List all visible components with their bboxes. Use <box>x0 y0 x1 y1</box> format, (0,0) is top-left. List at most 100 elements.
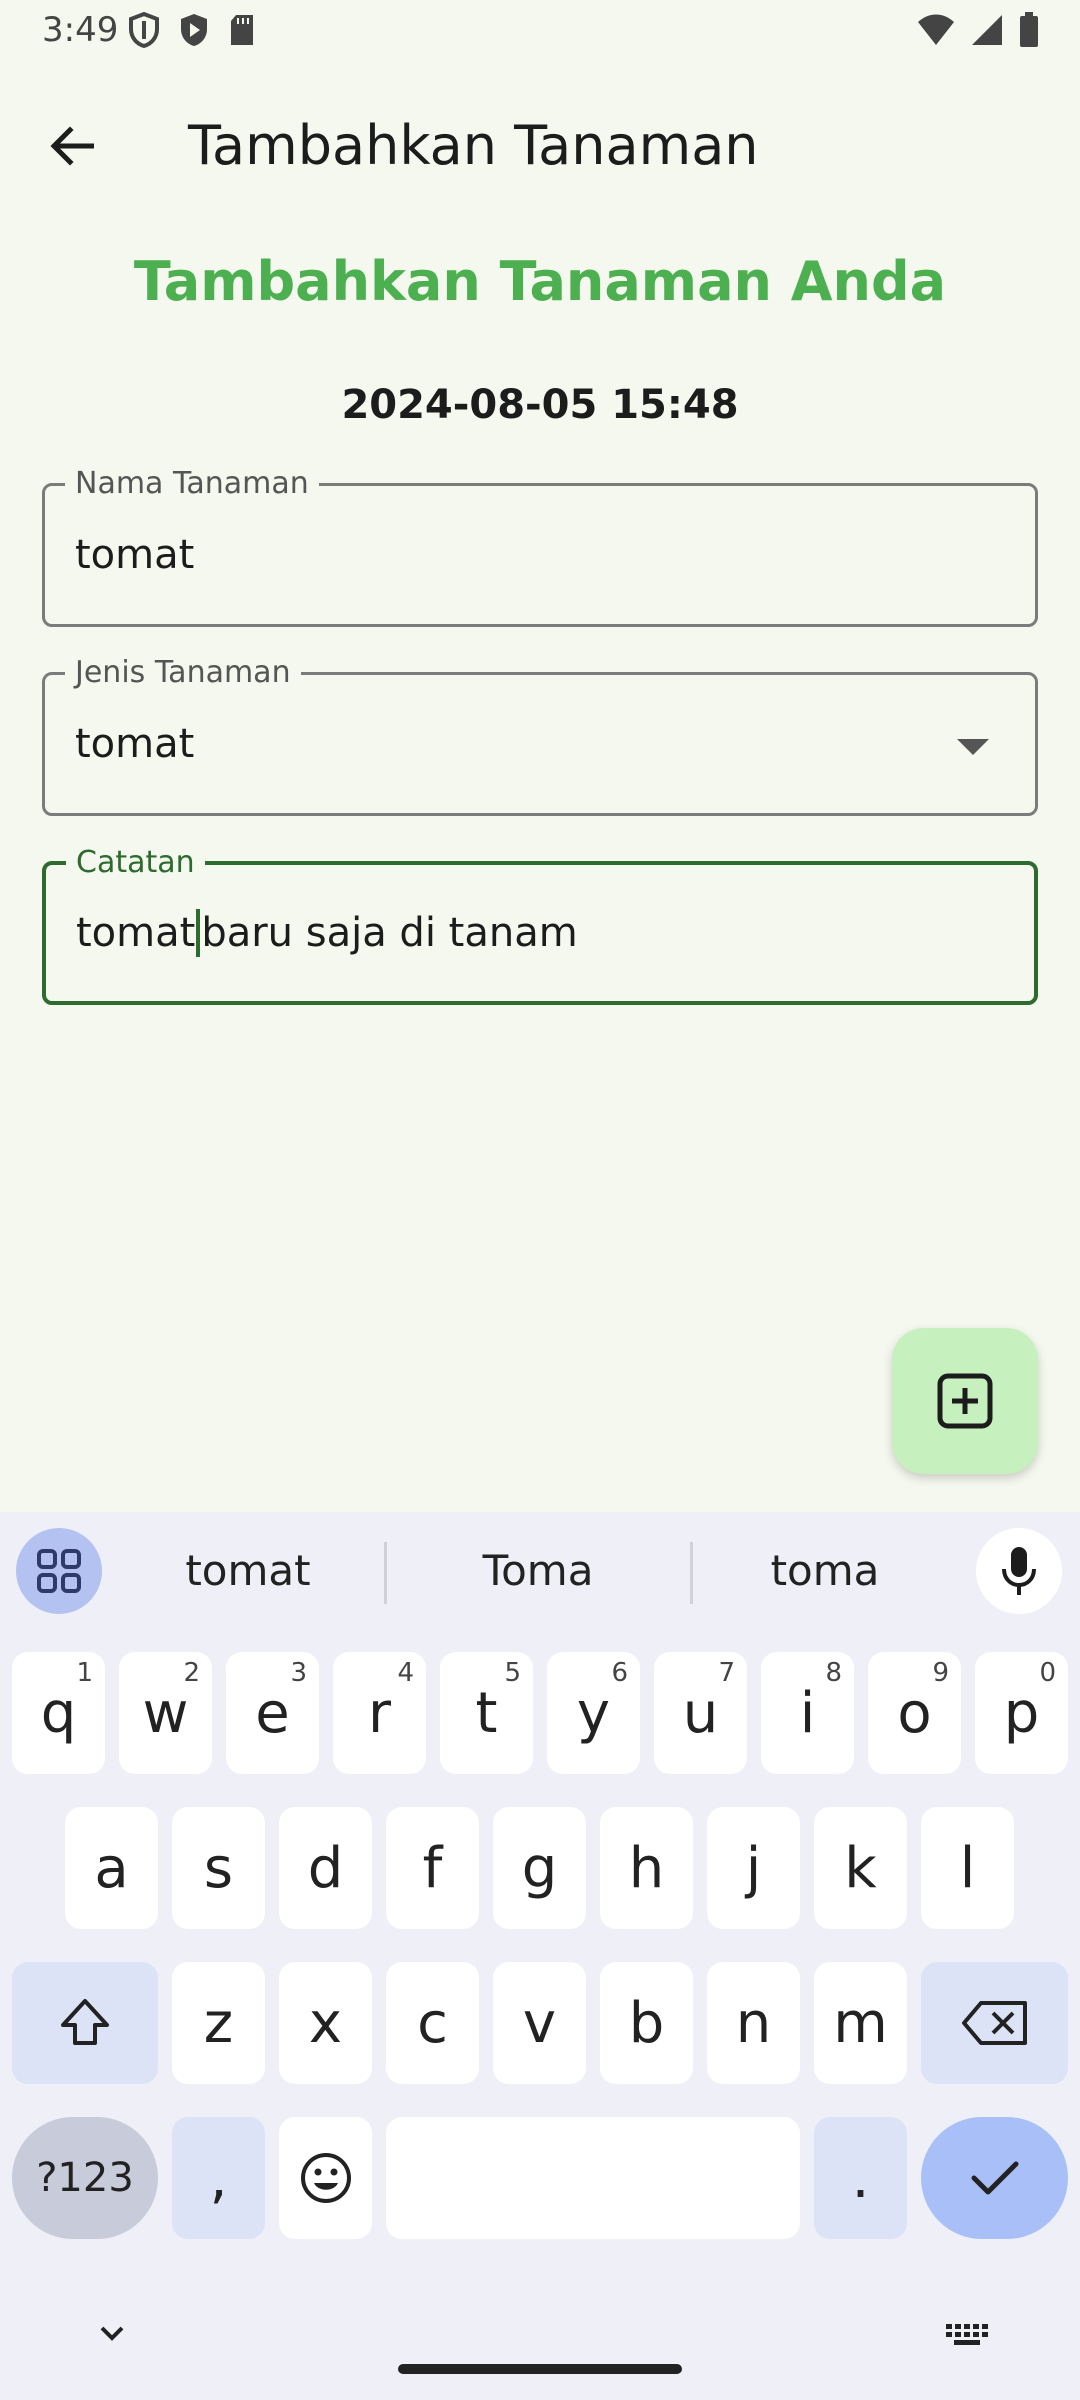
key-hint: 3 <box>290 1658 307 1688</box>
key-label: t <box>475 1680 498 1746</box>
key-g[interactable]: g <box>493 1807 586 1929</box>
key-f[interactable]: f <box>386 1807 479 1929</box>
key-l[interactable]: l <box>921 1807 1014 1929</box>
symbols-key[interactable]: ?123 <box>12 2117 158 2239</box>
key-hint: 2 <box>183 1658 200 1688</box>
key-h[interactable]: h <box>600 1807 693 1929</box>
keyboard-apps-button[interactable] <box>16 1528 102 1614</box>
backspace-icon <box>961 2001 1027 2045</box>
key-x[interactable]: x <box>279 1962 372 2084</box>
key-hint: 5 <box>504 1658 521 1688</box>
wifi-icon <box>918 14 954 45</box>
key-e[interactable]: e3 <box>226 1652 319 1774</box>
key-label: i <box>799 1680 816 1746</box>
comma-key[interactable]: , <box>172 2117 265 2239</box>
sd-card-icon <box>231 15 253 45</box>
suggestion-2[interactable]: Toma <box>400 1534 676 1608</box>
notes-field[interactable]: Catatan tomat baru saja di tanam <box>42 845 1038 1005</box>
key-n[interactable]: n <box>707 1962 800 2084</box>
hide-keyboard-button[interactable] <box>88 2318 136 2352</box>
voice-input-button[interactable] <box>976 1528 1062 1614</box>
key-u[interactable]: u7 <box>654 1652 747 1774</box>
battery-icon <box>1020 12 1038 47</box>
plant-type-value: tomat <box>75 721 195 767</box>
dropdown-arrow-icon <box>957 739 989 755</box>
status-bar: 3:49 <box>0 0 1080 64</box>
app-bar: Tambahkan Tanaman <box>0 64 1080 208</box>
keyboard-icon <box>946 2324 988 2345</box>
key-r[interactable]: r4 <box>333 1652 426 1774</box>
shift-icon <box>61 1999 109 2045</box>
key-hint: 0 <box>1039 1658 1056 1688</box>
add-box-icon <box>937 1373 993 1429</box>
key-label: u <box>682 1680 719 1746</box>
key-t[interactable]: t5 <box>440 1652 533 1774</box>
soft-keyboard: tomat Toma toma <box>0 1512 1080 2400</box>
chevron-down-icon <box>100 2326 124 2341</box>
key-label: q <box>40 1680 77 1746</box>
key-label: e <box>255 1680 290 1746</box>
key-j[interactable]: j <box>707 1807 800 1929</box>
key-label: y <box>576 1680 611 1746</box>
plant-type-dropdown[interactable]: Jenis Tanaman tomat <box>42 655 1038 816</box>
back-arrow-icon <box>50 126 94 166</box>
key-hint: 7 <box>718 1658 735 1688</box>
key-label: r <box>367 1680 392 1746</box>
key-hint: 1 <box>76 1658 93 1688</box>
notes-text-before-cursor: tomat <box>76 910 196 956</box>
play-protect-icon <box>181 14 207 46</box>
key-z[interactable]: z <box>172 1962 265 2084</box>
back-button[interactable] <box>30 104 114 188</box>
text-cursor <box>196 909 201 957</box>
emoji-icon <box>300 2153 351 2203</box>
key-a[interactable]: a <box>65 1807 158 1929</box>
emoji-key[interactable] <box>279 2117 372 2239</box>
apps-grid-icon <box>37 1549 81 1593</box>
notes-text-after-cursor: baru saja di tanam <box>201 910 578 956</box>
key-label: w <box>142 1680 189 1746</box>
period-key[interactable]: . <box>814 2117 907 2239</box>
key-p[interactable]: p0 <box>975 1652 1068 1774</box>
suggestion-divider <box>690 1542 693 1604</box>
plant-name-field[interactable]: Nama Tanaman tomat <box>42 466 1038 627</box>
backspace-key[interactable] <box>921 1962 1068 2084</box>
shift-key[interactable] <box>12 1962 158 2084</box>
home-indicator[interactable] <box>398 2364 682 2374</box>
add-plant-fab[interactable] <box>892 1328 1038 1474</box>
page-title: Tambahkan Tanaman <box>188 114 759 177</box>
plant-name-value: tomat <box>75 532 195 578</box>
suggestion-divider <box>384 1542 387 1604</box>
space-key[interactable] <box>386 2117 800 2239</box>
suggestion-1[interactable]: tomat <box>120 1534 376 1608</box>
key-m[interactable]: m <box>814 1962 907 2084</box>
switch-keyboard-button[interactable] <box>944 2322 992 2352</box>
key-s[interactable]: s <box>172 1807 265 1929</box>
mic-icon <box>1002 1547 1036 1595</box>
check-icon <box>971 2161 1018 2195</box>
key-w[interactable]: w2 <box>119 1652 212 1774</box>
key-q[interactable]: q1 <box>12 1652 105 1774</box>
form-heading: Tambahkan Tanaman Anda <box>133 250 947 313</box>
suggestion-3[interactable]: toma <box>700 1534 950 1608</box>
key-y[interactable]: y6 <box>547 1652 640 1774</box>
key-o[interactable]: o9 <box>868 1652 961 1774</box>
notes-value: tomat baru saja di tanam <box>76 865 578 1001</box>
key-hint: 4 <box>397 1658 414 1688</box>
key-label: o <box>897 1680 932 1746</box>
signal-icon <box>972 15 1002 45</box>
enter-key[interactable] <box>921 2117 1068 2239</box>
key-label: p <box>1003 1680 1040 1746</box>
key-hint: 6 <box>611 1658 628 1688</box>
key-c[interactable]: c <box>386 1962 479 2084</box>
suggestion-strip: tomat Toma toma <box>0 1512 1080 1630</box>
key-hint: 8 <box>825 1658 842 1688</box>
datetime-label: 2024-08-05 15:48 <box>341 382 739 428</box>
status-time: 3:49 <box>42 10 119 50</box>
key-hint: 9 <box>932 1658 949 1688</box>
key-b[interactable]: b <box>600 1962 693 2084</box>
shield-icon <box>129 12 159 48</box>
key-i[interactable]: i8 <box>761 1652 854 1774</box>
key-d[interactable]: d <box>279 1807 372 1929</box>
key-v[interactable]: v <box>493 1962 586 2084</box>
key-k[interactable]: k <box>814 1807 907 1929</box>
